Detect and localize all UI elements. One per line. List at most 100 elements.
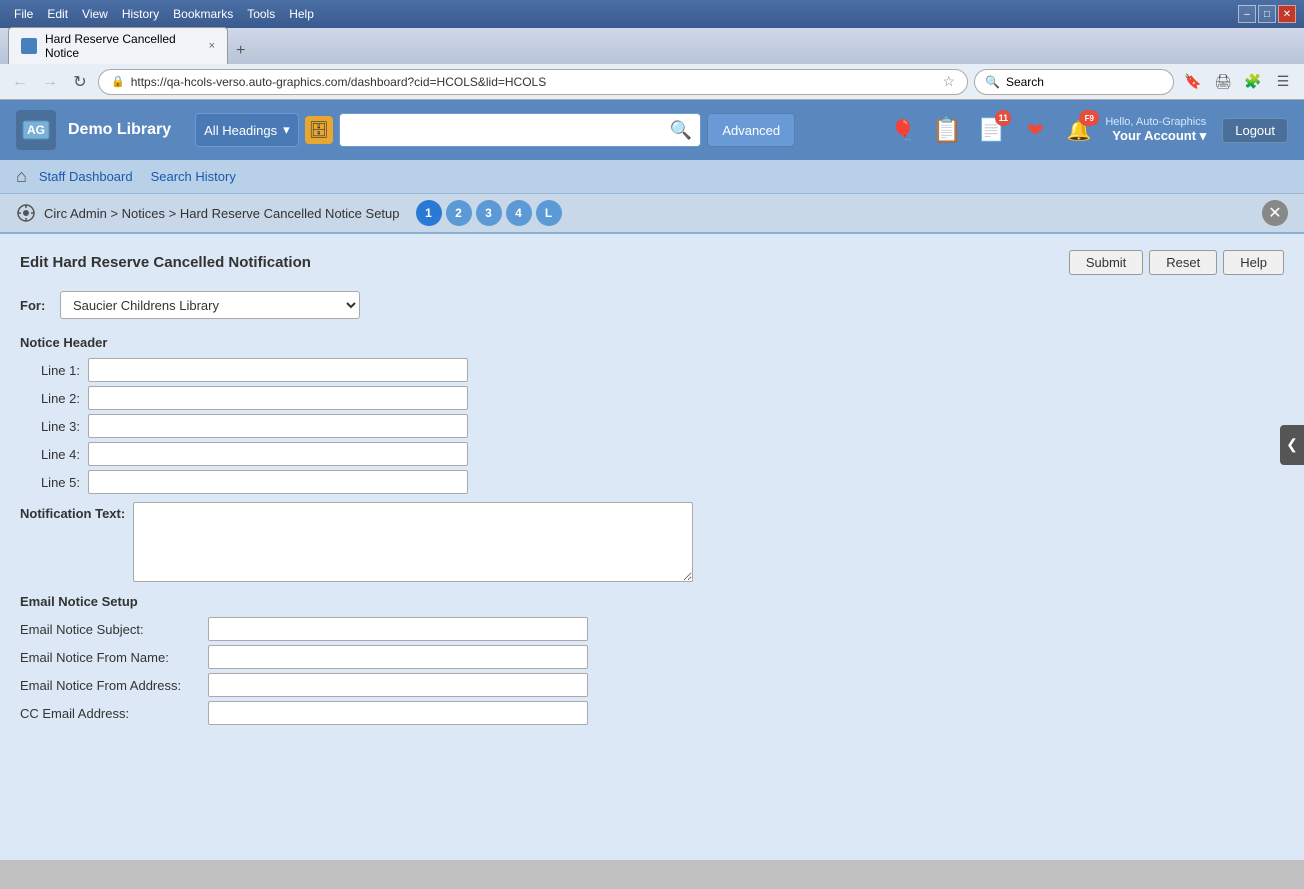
help-button[interactable]: Help (1223, 250, 1284, 275)
app-wrapper: AG Demo Library All Headings Title Autho… (0, 100, 1304, 860)
notification-textarea[interactable] (133, 502, 693, 582)
window-maximize-button[interactable]: □ (1258, 5, 1276, 23)
search-go-button[interactable]: 🔍 (670, 120, 692, 141)
toolbar-icons: 🔖 🖨 🧩 ☰ (1180, 69, 1296, 95)
tab-favicon (21, 38, 37, 54)
email-from-name-row: Email Notice From Name: (20, 645, 1284, 669)
form-title: Edit Hard Reserve Cancelled Notification (20, 254, 311, 271)
bookmark-star-icon[interactable]: ☆ (942, 73, 955, 90)
main-search-input[interactable] (348, 123, 670, 138)
browser-search-bar[interactable]: 🔍 Search (974, 69, 1174, 95)
address-url: https://qa-hcols-verso.auto-graphics.com… (131, 75, 937, 89)
submit-button[interactable]: Submit (1069, 250, 1143, 275)
address-bar[interactable]: 🔒 https://qa-hcols-verso.auto-graphics.c… (98, 69, 968, 95)
line2-input[interactable] (88, 386, 468, 410)
search-input-wrapper: 🔍 (339, 113, 702, 147)
line1-label: Line 1: (20, 363, 80, 378)
tab-close-button[interactable]: × (209, 40, 215, 52)
step-2-button[interactable]: 2 (446, 200, 472, 226)
bookmark-manager-icon[interactable]: 🔖 (1180, 69, 1206, 95)
email-subject-row: Email Notice Subject: (20, 617, 1284, 641)
line3-label: Line 3: (20, 419, 80, 434)
dropdown-chevron-icon: ▾ (283, 122, 290, 138)
back-button[interactable]: ← (8, 70, 32, 94)
line3-row: Line 3: (20, 414, 1284, 438)
headings-dropdown[interactable]: All Headings Title Author Subject ISBN ▾ (195, 113, 299, 147)
balloon-icon-button[interactable]: 🎈 (885, 112, 921, 148)
email-from-address-label: Email Notice From Address: (20, 678, 200, 693)
balloon-icon: 🎈 (891, 118, 916, 143)
step-1-button[interactable]: 1 (416, 200, 442, 226)
menu-file[interactable]: File (8, 5, 39, 23)
line1-input[interactable] (88, 358, 468, 382)
database-icon[interactable]: 🗄 (305, 116, 333, 144)
new-tab-button[interactable]: + (228, 38, 253, 64)
browser-menu: File Edit View History Bookmarks Tools H… (8, 5, 320, 23)
email-from-address-input[interactable] (208, 673, 588, 697)
line4-label: Line 4: (20, 447, 80, 462)
email-from-address-row: Email Notice From Address: (20, 673, 1284, 697)
user-section[interactable]: Hello, Auto-Graphics Your Account ▾ (1105, 116, 1206, 144)
for-row: For: Saucier Childrens Library (20, 291, 1284, 319)
catalog-icon-button[interactable]: 📋 (929, 112, 965, 148)
app-logo: AG (16, 110, 56, 150)
home-icon[interactable]: ⌂ (16, 166, 27, 187)
reset-button[interactable]: Reset (1149, 250, 1217, 275)
cc-email-input[interactable] (208, 701, 588, 725)
cc-email-label: CC Email Address: (20, 706, 200, 721)
address-bar-row: ← → ↻ 🔒 https://qa-hcols-verso.auto-grap… (0, 64, 1304, 100)
sidebar-toggle-button[interactable]: ❮ (1280, 425, 1304, 465)
list-badge: 11 (995, 110, 1011, 126)
list-icon-button[interactable]: 📄 11 (973, 112, 1009, 148)
headings-select[interactable]: All Headings Title Author Subject ISBN (204, 123, 277, 138)
email-from-name-input[interactable] (208, 645, 588, 669)
line5-label: Line 5: (20, 475, 80, 490)
form-action-buttons: Submit Reset Help (1069, 250, 1284, 275)
for-select[interactable]: Saucier Childrens Library (60, 291, 360, 319)
search-history-button[interactable]: Search History (145, 167, 242, 186)
menu-help[interactable]: Help (283, 5, 320, 23)
menu-edit[interactable]: Edit (41, 5, 74, 23)
circ-admin-icon (16, 203, 36, 223)
logout-button[interactable]: Logout (1222, 118, 1288, 143)
email-section-label: Email Notice Setup (20, 594, 1284, 609)
active-tab[interactable]: Hard Reserve Cancelled Notice × (8, 27, 228, 64)
staff-dashboard-link[interactable]: Staff Dashboard (39, 169, 133, 184)
line4-input[interactable] (88, 442, 468, 466)
menu-view[interactable]: View (76, 5, 114, 23)
refresh-button[interactable]: ↻ (68, 70, 92, 94)
notification-text-row: Notification Text: (20, 502, 1284, 582)
heart-icon-button[interactable]: ❤ (1017, 112, 1053, 148)
bell-badge: F9 (1079, 110, 1099, 126)
print-icon[interactable]: 🖨 (1210, 69, 1236, 95)
header-right-icons: 🎈 📋 📄 11 ❤ 🔔 F9 Hello, Auto-Graphics You… (885, 112, 1288, 148)
menu-history[interactable]: History (116, 5, 165, 23)
user-greeting: Hello, Auto-Graphics (1105, 116, 1206, 128)
window-close-button[interactable]: ✕ (1278, 5, 1296, 23)
your-account-link[interactable]: Your Account ▾ (1105, 128, 1206, 144)
line5-input[interactable] (88, 470, 468, 494)
line5-row: Line 5: (20, 470, 1284, 494)
close-wizard-button[interactable]: ✕ (1262, 200, 1288, 226)
browser-titlebar: File Edit View History Bookmarks Tools H… (0, 0, 1304, 28)
email-subject-input[interactable] (208, 617, 588, 641)
for-label: For: (20, 298, 50, 313)
step-4-button[interactable]: 4 (506, 200, 532, 226)
extension-icon[interactable]: 🧩 (1240, 69, 1266, 95)
menu-bookmarks[interactable]: Bookmarks (167, 5, 239, 23)
window-minimize-button[interactable]: – (1238, 5, 1256, 23)
menu-tools[interactable]: Tools (241, 5, 281, 23)
svg-text:AG: AG (27, 123, 45, 137)
line3-input[interactable] (88, 414, 468, 438)
forward-button[interactable]: → (38, 70, 62, 94)
step-l-button[interactable]: L (536, 200, 562, 226)
email-from-name-label: Email Notice From Name: (20, 650, 200, 665)
line4-row: Line 4: (20, 442, 1284, 466)
browser-menu-icon[interactable]: ☰ (1270, 69, 1296, 95)
notification-text-label: Notification Text: (20, 502, 125, 521)
search-section: All Headings Title Author Subject ISBN ▾… (195, 113, 795, 147)
app-header: AG Demo Library All Headings Title Autho… (0, 100, 1304, 160)
step-3-button[interactable]: 3 (476, 200, 502, 226)
bell-icon-button[interactable]: 🔔 F9 (1061, 112, 1097, 148)
advanced-search-button[interactable]: Advanced (707, 113, 795, 147)
